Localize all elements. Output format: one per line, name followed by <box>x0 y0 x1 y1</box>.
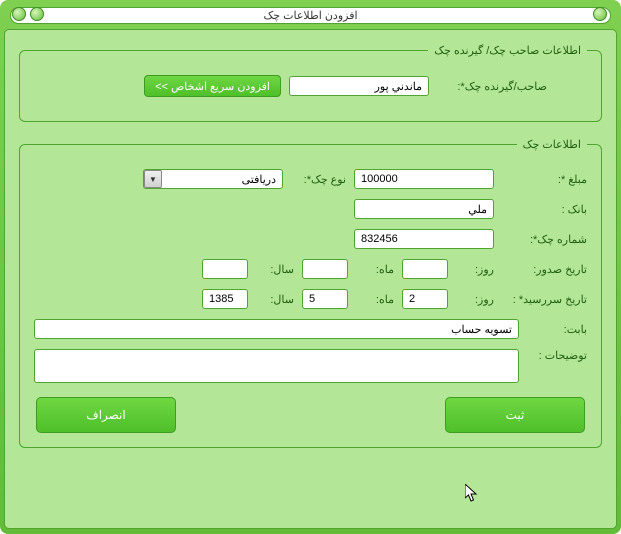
owner-group-legend: اطلاعات صاحب چک/ گیرنده چک <box>428 44 587 57</box>
due-month-label: ماه: <box>356 293 394 306</box>
issue-day-input[interactable] <box>402 259 448 279</box>
amount-input[interactable] <box>354 169 494 189</box>
type-select-value[interactable] <box>143 169 283 189</box>
issue-month-input[interactable] <box>302 259 348 279</box>
cheque-no-input[interactable] <box>354 229 494 249</box>
issue-year-input[interactable] <box>202 259 248 279</box>
due-day-input[interactable] <box>402 289 448 309</box>
titlebar: افزودن اطلاعات چک <box>4 4 617 26</box>
client-area: اطلاعات صاحب چک/ گیرنده چک صاحب/گیرنده چ… <box>4 29 617 529</box>
cheque-group-legend: اطلاعات چک <box>517 138 587 151</box>
type-select[interactable]: ▼ <box>143 169 283 189</box>
issue-date-label: تاریخ صدور: <box>502 263 587 276</box>
due-day-label: روز: <box>456 293 494 306</box>
window-title: افزودن اطلاعات چک <box>10 7 611 24</box>
owner-input[interactable] <box>289 76 429 96</box>
notes-label: توضیحات : <box>527 349 587 362</box>
bank-label: بانک : <box>502 203 587 216</box>
submit-button[interactable]: ثبت <box>445 397 585 433</box>
due-year-label: سال: <box>256 293 294 306</box>
notes-textarea[interactable] <box>34 349 519 383</box>
cheque-no-label: شماره چک*: <box>502 233 587 246</box>
minimize-icon[interactable] <box>12 7 26 21</box>
issue-day-label: روز: <box>456 263 494 276</box>
bank-input[interactable] <box>354 199 494 219</box>
cancel-button[interactable]: انصراف <box>36 397 176 433</box>
chevron-down-icon[interactable]: ▼ <box>144 170 162 188</box>
due-date-label: تاریخ سررسید* : <box>502 293 587 306</box>
window: افزودن اطلاعات چک اطلاعات صاحب چک/ گیرند… <box>0 0 621 534</box>
quick-add-person-button[interactable]: افزودن سریع اشخاص >> <box>144 75 281 97</box>
window-button[interactable] <box>593 7 607 21</box>
close-icon[interactable] <box>30 7 44 21</box>
issue-year-label: سال: <box>256 263 294 276</box>
owner-label: صاحب/گیرنده چک*: <box>437 80 547 93</box>
cheque-group: اطلاعات چک مبلغ *: نوع چک*: ▼ بانک : شما… <box>19 138 602 448</box>
type-label: نوع چک*: <box>291 173 346 186</box>
amount-label: مبلغ *: <box>502 173 587 186</box>
due-month-input[interactable] <box>302 289 348 309</box>
due-year-input[interactable] <box>202 289 248 309</box>
for-label: بابت: <box>527 323 587 336</box>
issue-month-label: ماه: <box>356 263 394 276</box>
owner-group: اطلاعات صاحب چک/ گیرنده چک صاحب/گیرنده چ… <box>19 44 602 122</box>
for-input[interactable] <box>34 319 519 339</box>
